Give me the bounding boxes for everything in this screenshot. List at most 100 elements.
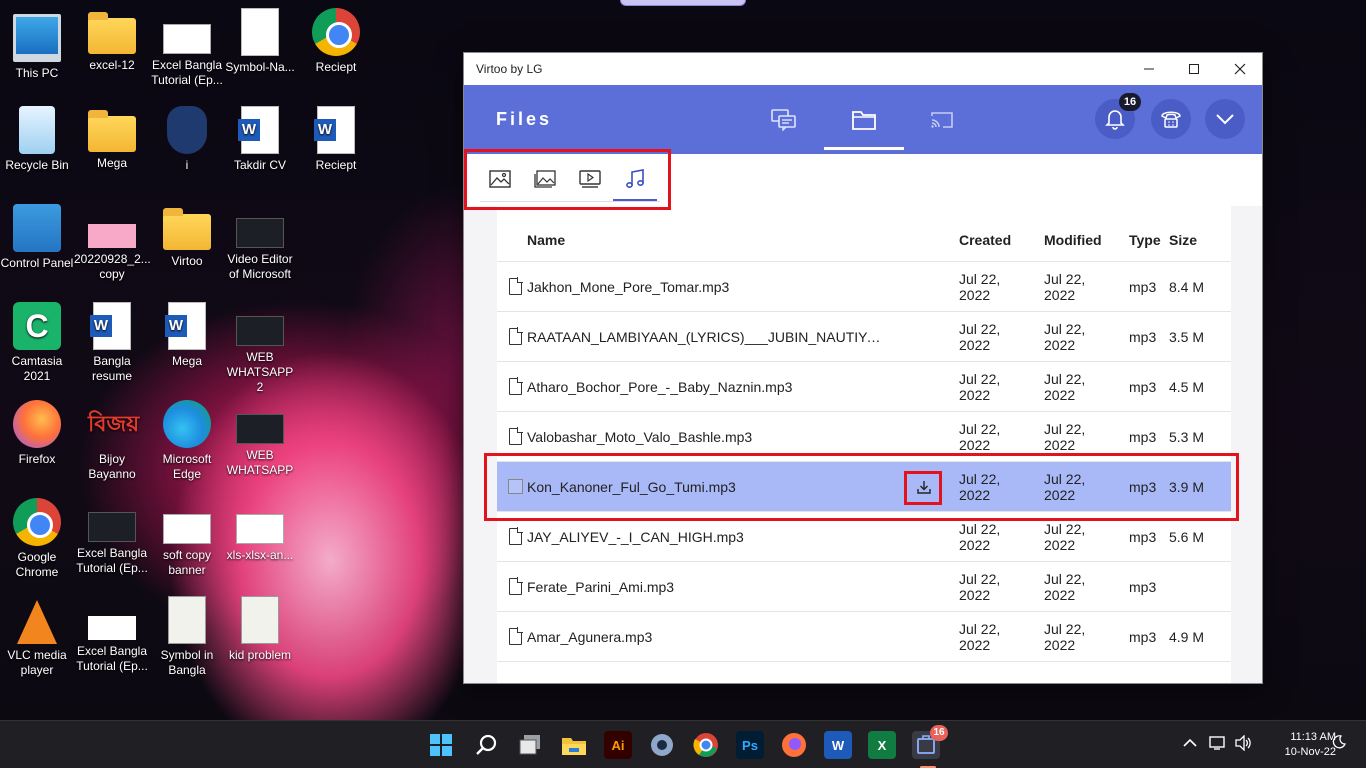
filter-tab-images[interactable] — [478, 158, 522, 200]
taskbar-illustrator[interactable]: Ai — [604, 731, 632, 759]
desktop-icon-symbol-na[interactable]: Symbol-Na... — [222, 8, 298, 75]
desktop-icon-soft-copy-banner[interactable]: soft copy banner — [149, 498, 225, 578]
desktop-icon-web-whatsapp[interactable]: WEB WHATSAPP — [222, 400, 298, 478]
clock-date: 10-Nov-22 — [1284, 746, 1336, 758]
system-clock[interactable]: 11:13 AM 10-Nov-22 — [1285, 730, 1336, 760]
desktop-icon-mega-word[interactable]: Mega — [149, 302, 225, 369]
desktop-icon-recycle-bin[interactable]: Recycle Bin — [0, 106, 75, 173]
file-size: 8.4 M — [1169, 279, 1205, 295]
desktop-icon-kid-problem[interactable]: kid problem — [222, 596, 298, 663]
moon-icon — [1332, 735, 1346, 749]
desktop-icon-camtasia[interactable]: Camtasia 2021 — [0, 302, 75, 384]
desktop-icon-video-editor[interactable]: Video Editor of Microsoft — [222, 204, 298, 282]
modified-date: Jul 22, 2022 — [1044, 421, 1086, 453]
volume-button[interactable] — [1234, 734, 1252, 754]
file-size: 3.5 M — [1169, 329, 1205, 345]
filter-tab-music[interactable] — [613, 158, 657, 201]
video-thumbnail-icon — [88, 512, 136, 542]
desktop-icon-control-panel[interactable]: Control Panel — [0, 204, 75, 271]
edge-icon — [163, 400, 211, 448]
desktop-icon-mega-folder[interactable]: Mega — [74, 106, 150, 171]
desktop-icon-takdir-cv[interactable]: Takdir CV — [222, 106, 298, 173]
table-row[interactable]: Jakhon_Mone_Pore_Tomar.mp3 Jul 22, 2022 J… — [497, 262, 1231, 312]
file-name: Amar_Agunera.mp3 — [527, 629, 653, 645]
close-button[interactable] — [1217, 53, 1262, 85]
files-content: Name Created Modified Type Size Jakhon_M… — [464, 206, 1262, 683]
desktop-icon-firefox[interactable]: Firefox — [0, 400, 75, 467]
table-row-selected[interactable]: Kon_Kanoner_Ful_Go_Tumi.mp3 Jul 22, 2022 … — [497, 462, 1231, 512]
desktop-icon-reciept-word[interactable]: Reciept — [298, 106, 374, 173]
table-row[interactable]: RAATAAN_LAMBIYAAN_(LYRICS)___JUBIN_NAUTI… — [497, 312, 1231, 362]
desktop-icon-i[interactable]: i — [149, 106, 225, 173]
file-name: Valobashar_Moto_Valo_Bashle.mp3 — [527, 429, 753, 445]
table-row[interactable]: Amar_Agunera.mp3 Jul 22, 2022 Jul 22, 2022… — [497, 612, 1231, 662]
network-button[interactable] — [1209, 735, 1227, 754]
desktop-icon-vlc[interactable]: VLC media player — [0, 596, 75, 678]
task-view-icon — [519, 735, 540, 755]
start-button[interactable] — [427, 731, 455, 759]
row-checkbox[interactable] — [508, 479, 523, 494]
search-button[interactable] — [472, 731, 500, 759]
column-created[interactable]: Created — [959, 232, 1011, 248]
taskbar-file-explorer[interactable] — [560, 731, 588, 759]
filter-divider — [480, 201, 660, 202]
file-type: mp3 — [1129, 379, 1157, 395]
account-menu-button[interactable] — [1205, 99, 1245, 139]
taskbar-virtoo[interactable]: 16 — [912, 725, 948, 759]
nav-files[interactable] — [824, 85, 904, 154]
taskbar-media-app[interactable] — [648, 731, 676, 759]
close-icon — [1234, 63, 1246, 75]
table-row[interactable]: JAY_ALIYEV_-_I_CAN_HIGH.mp3 Jul 22, 2022 … — [497, 512, 1231, 562]
filter-tab-videos[interactable] — [568, 158, 612, 200]
clock-time: 11:13 AM — [1290, 731, 1336, 743]
nav-messages[interactable] — [744, 85, 824, 154]
taskbar-firefox[interactable] — [780, 731, 808, 759]
desktop-icon-google-chrome[interactable]: Google Chrome — [0, 498, 75, 580]
files-table: Name Created Modified Type Size Jakhon_M… — [497, 206, 1231, 683]
taskbar-excel[interactable]: X — [868, 731, 896, 759]
modified-date: Jul 22, 2022 — [1044, 371, 1086, 403]
created-date: Jul 22, 2022 — [959, 421, 1001, 453]
notifications-button[interactable]: 16 — [1095, 93, 1141, 139]
desktop-icon-edge[interactable]: Microsoft Edge — [149, 400, 225, 482]
task-view-button[interactable] — [516, 731, 544, 759]
night-light-button[interactable] — [1332, 735, 1346, 752]
desktop-icon-bijoy-bayanno[interactable]: বিজয় Bijoy Bayanno — [74, 400, 150, 482]
minimize-button[interactable] — [1126, 53, 1172, 85]
desktop-icon-symbol-in-bangla[interactable]: Symbol in Bangla — [149, 596, 225, 678]
desktop-icon-xls-xlsx[interactable]: xls-xlsx-an... — [222, 498, 298, 563]
tray-overflow-button[interactable] — [1183, 735, 1197, 751]
desktop-icon-excel-bangla-1[interactable]: Excel Bangla Tutorial (Ep... — [149, 8, 225, 88]
desktop-icon-reciept-chrome[interactable]: Reciept — [298, 8, 374, 75]
taskbar-chrome[interactable] — [692, 731, 720, 759]
taskbar-word[interactable]: W — [824, 731, 852, 759]
download-button[interactable] — [911, 475, 937, 499]
desktop-icon-20220928-copy[interactable]: 20220928_2... copy — [74, 204, 151, 282]
column-type[interactable]: Type — [1129, 232, 1161, 248]
table-row[interactable]: Valobashar_Moto_Valo_Bashle.mp3 Jul 22, 2… — [497, 412, 1231, 462]
word-document-icon — [165, 302, 206, 350]
taskbar-photoshop[interactable]: Ps — [736, 731, 764, 759]
window-title: Virtoo by LG — [476, 62, 543, 76]
desktop-icon-virtoo-folder[interactable]: Virtoo — [149, 204, 225, 269]
folder-icon — [163, 208, 211, 250]
download-icon — [917, 481, 931, 494]
desktop-icon-excel-12[interactable]: excel-12 — [74, 8, 150, 73]
top-pill — [620, 0, 746, 6]
desktop-icon-bangla-resume[interactable]: Bangla resume — [74, 302, 150, 384]
desktop-icon-excel-bangla-3[interactable]: Excel Bangla Tutorial (Ep... — [74, 596, 150, 674]
table-row[interactable]: Atharo_Bochor_Pore_-_Baby_Naznin.mp3 Jul… — [497, 362, 1231, 412]
column-name[interactable]: Name — [527, 232, 565, 248]
maximize-button[interactable] — [1171, 53, 1217, 85]
call-button[interactable] — [1151, 99, 1191, 139]
filter-tab-gallery[interactable] — [523, 158, 567, 200]
desktop-icon-web-whatsapp-2[interactable]: WEB WHATSAPP 2 — [222, 302, 298, 395]
word-document-icon — [90, 302, 131, 350]
nav-cast[interactable] — [902, 85, 982, 154]
column-size[interactable]: Size — [1169, 232, 1197, 248]
desktop-icon-this-pc[interactable]: This PC — [0, 8, 75, 81]
column-modified[interactable]: Modified — [1044, 232, 1102, 248]
table-row[interactable]: Ferate_Parini_Ami.mp3 Jul 22, 2022 Jul 22… — [497, 562, 1231, 612]
notification-badge: 16 — [1119, 93, 1141, 111]
desktop-icon-excel-bangla-2[interactable]: Excel Bangla Tutorial (Ep... — [74, 498, 150, 576]
